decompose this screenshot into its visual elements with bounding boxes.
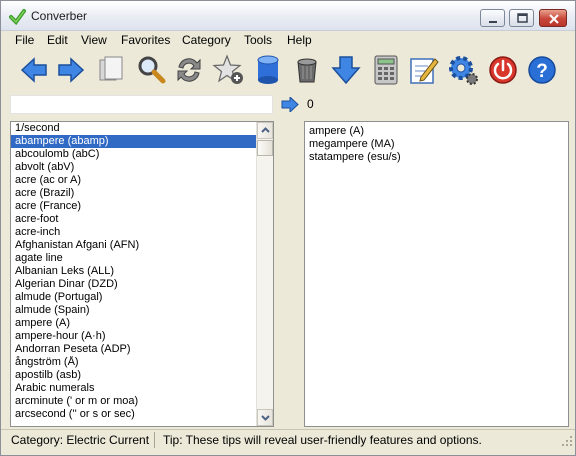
status-category: Category: Electric Current bbox=[11, 433, 150, 447]
conversion-row: 0 bbox=[1, 93, 575, 117]
source-unit-item[interactable]: apostilb (asb) bbox=[11, 369, 256, 382]
database-icon bbox=[257, 55, 279, 84]
forward-arrow-icon bbox=[58, 57, 85, 83]
target-units-list[interactable]: ampere (A) megampere (MA) statampere (esu/… bbox=[304, 121, 569, 427]
forward-button[interactable] bbox=[54, 53, 88, 87]
menu-edit[interactable]: Edit bbox=[47, 33, 68, 47]
source-unit-item[interactable]: agate line bbox=[11, 252, 256, 265]
menu-category[interactable]: Category bbox=[182, 33, 231, 47]
source-unit-item[interactable]: abcoulomb (abC) bbox=[11, 148, 256, 161]
source-unit-item[interactable]: arcsecond ('' or s or sec) bbox=[11, 408, 256, 421]
convert-arrow-icon[interactable] bbox=[281, 97, 299, 112]
resize-grip-icon[interactable] bbox=[561, 435, 573, 447]
copy-button[interactable] bbox=[95, 53, 129, 87]
database-button[interactable] bbox=[251, 53, 285, 87]
source-unit-item[interactable]: Afghanistan Afgani (AFN) bbox=[11, 239, 256, 252]
menu-favorites[interactable]: Favorites bbox=[121, 33, 170, 47]
target-unit-item[interactable]: megampere (MA) bbox=[309, 138, 401, 151]
app-window: Converber File Edit View Favorites Categ… bbox=[0, 0, 576, 456]
source-unit-item[interactable]: arcminute (' or m or moa) bbox=[11, 395, 256, 408]
status-divider bbox=[154, 432, 155, 448]
window-title: Converber bbox=[31, 9, 88, 23]
source-unit-item[interactable]: Arabic numerals bbox=[11, 382, 256, 395]
chevron-up-icon bbox=[261, 127, 270, 133]
title-bar[interactable]: Converber bbox=[1, 1, 575, 31]
favorite-star-icon bbox=[212, 54, 243, 84]
source-unit-item[interactable]: abampere (abamp) bbox=[11, 135, 256, 148]
svg-text:?: ? bbox=[536, 61, 548, 82]
result-value: 0 bbox=[307, 97, 314, 111]
source-unit-item[interactable]: Andorran Peseta (ADP) bbox=[11, 343, 256, 356]
back-arrow-icon bbox=[20, 57, 47, 83]
help-icon: ? bbox=[528, 56, 556, 84]
calculator-button[interactable] bbox=[369, 53, 403, 87]
scroll-down-button[interactable] bbox=[257, 409, 273, 426]
swap-button[interactable] bbox=[172, 53, 206, 87]
target-unit-item[interactable]: ampere (A) bbox=[309, 125, 401, 138]
source-unit-item[interactable]: acre (ac or A) bbox=[11, 174, 256, 187]
exit-button[interactable] bbox=[486, 53, 520, 87]
source-unit-item[interactable]: Albanian Leks (ALL) bbox=[11, 265, 256, 278]
source-list-items: 1/second abampere (abamp) abcoulomb (abC) a… bbox=[11, 122, 256, 421]
help-button[interactable]: ? bbox=[525, 53, 559, 87]
calculator-icon bbox=[374, 55, 398, 85]
maximize-button[interactable] bbox=[509, 9, 534, 27]
search-icon bbox=[138, 56, 166, 84]
menu-bar: File Edit View Favorites Category Tools … bbox=[1, 31, 575, 49]
source-unit-item[interactable]: Algerian Dinar (DZD) bbox=[11, 278, 256, 291]
trash-icon bbox=[297, 58, 317, 83]
toolbar: ? bbox=[1, 49, 575, 93]
menu-view[interactable]: View bbox=[81, 33, 107, 47]
minimize-button[interactable] bbox=[480, 9, 505, 27]
maximize-icon bbox=[517, 13, 528, 23]
source-unit-item[interactable]: acre-inch bbox=[11, 226, 256, 239]
minimize-icon bbox=[489, 21, 497, 23]
source-unit-item[interactable]: ångström (Å) bbox=[11, 356, 256, 369]
notepad-icon bbox=[410, 58, 439, 84]
status-bar: Category: Electric Current Tip: These ti… bbox=[1, 429, 575, 449]
settings-gear-icon bbox=[449, 56, 478, 85]
source-unit-item[interactable]: 1/second bbox=[11, 122, 256, 135]
chevron-down-icon bbox=[261, 415, 270, 421]
back-button[interactable] bbox=[17, 53, 51, 87]
source-unit-item[interactable]: ampere-hour (A·h) bbox=[11, 330, 256, 343]
target-list-items: ampere (A) megampere (MA) statampere (esu/… bbox=[309, 125, 401, 164]
source-unit-item[interactable]: almude (Portugal) bbox=[11, 291, 256, 304]
scroll-thumb[interactable] bbox=[257, 140, 273, 156]
target-unit-item[interactable]: statampere (esu/s) bbox=[309, 151, 401, 164]
download-button[interactable] bbox=[329, 53, 363, 87]
source-units-list[interactable]: 1/second abampere (abamp) abcoulomb (abC) a… bbox=[10, 121, 274, 427]
add-favorite-button[interactable] bbox=[212, 53, 246, 87]
source-unit-item[interactable]: ampere (A) bbox=[11, 317, 256, 330]
copy-icon bbox=[99, 56, 123, 81]
app-logo-icon bbox=[9, 9, 26, 25]
swap-icon bbox=[177, 58, 201, 82]
menu-tools[interactable]: Tools bbox=[244, 33, 272, 47]
scroll-up-button[interactable] bbox=[257, 122, 273, 139]
source-unit-item[interactable]: abvolt (abV) bbox=[11, 161, 256, 174]
close-icon bbox=[549, 14, 559, 24]
settings-button[interactable] bbox=[446, 53, 480, 87]
menu-file[interactable]: File bbox=[15, 33, 34, 47]
close-button[interactable] bbox=[539, 9, 567, 27]
source-unit-item[interactable]: acre-foot bbox=[11, 213, 256, 226]
menu-help[interactable]: Help bbox=[287, 33, 312, 47]
power-icon bbox=[489, 56, 517, 84]
search-button[interactable] bbox=[134, 53, 168, 87]
source-unit-item[interactable]: almude (Spain) bbox=[11, 304, 256, 317]
delete-button[interactable] bbox=[290, 53, 324, 87]
notes-button[interactable] bbox=[407, 53, 441, 87]
status-tip: Tip: These tips will reveal user-friendl… bbox=[163, 433, 482, 447]
source-unit-item[interactable]: acre (Brazil) bbox=[11, 187, 256, 200]
source-unit-item[interactable]: acre (France) bbox=[11, 200, 256, 213]
download-icon bbox=[331, 56, 361, 85]
value-input[interactable] bbox=[10, 95, 273, 114]
source-list-scrollbar[interactable] bbox=[256, 122, 273, 426]
